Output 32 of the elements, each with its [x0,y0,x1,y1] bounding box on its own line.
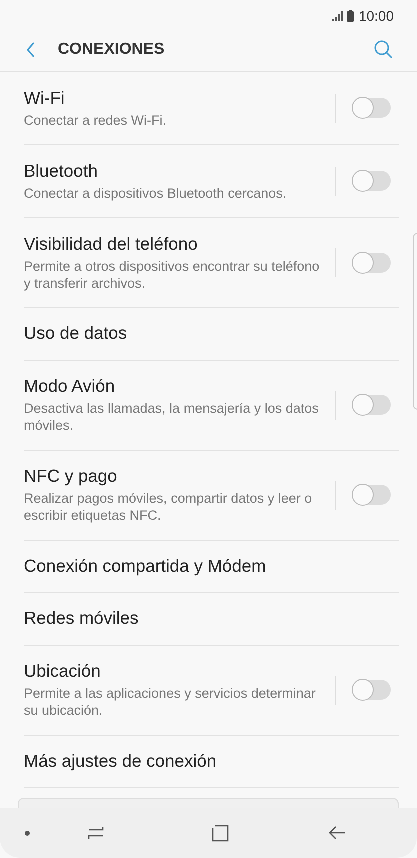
setting-description: Realizar pagos móviles, compartir datos y leer o escribir etiquetas NFC. [24,490,314,524]
search-icon[interactable] [374,40,393,59]
toggle-switch[interactable] [353,171,391,191]
setting-title[interactable]: Uso de datos [24,323,399,344]
toggle-switch[interactable] [353,395,391,415]
setting-description: Permite a las aplicaciones y servicios determinar su ubicación. [24,685,317,719]
back-icon[interactable] [26,42,36,58]
setting-title[interactable]: Redes móviles [24,608,399,630]
setting-title[interactable]: Ubicación [24,661,331,682]
setting-description: Desactiva las llamadas, la mensajería y los datos móviles. [24,400,320,434]
signal-icon [332,11,344,21]
setting-title[interactable]: Bluetooth [24,160,331,182]
home-icon[interactable] [212,824,229,842]
back-icon[interactable] [329,826,346,840]
toggle-switch[interactable] [353,98,391,118]
status-time: 10:00 [358,8,394,24]
battery-icon [346,10,354,22]
toggle-switch[interactable] [353,252,391,272]
recents-icon[interactable] [88,826,104,840]
setting-description: Conectar a redes Wi-Fi. [24,112,168,128]
dot-icon[interactable] [25,830,30,836]
setting-title[interactable]: Más ajustes de conexión [24,750,399,772]
setting-description: Conectar a dispositivos Bluetooth cercanos. [24,184,288,202]
setting-description: Permite a otros dispositivos encontrar su teléfono y transferir archivos. [24,258,321,292]
screen-title: CONEXIONES [58,40,166,58]
setting-title[interactable]: Conexión compartida y Módem [24,556,399,577]
setting-title[interactable]: Visibilidad del teléfono [24,234,331,254]
toggle-switch[interactable] [353,680,391,700]
setting-title[interactable]: NFC y pago [24,466,331,487]
setting-title[interactable]: Wi-Fi [24,88,331,108]
setting-title[interactable]: Modo Avión [24,376,331,397]
toggle-switch[interactable] [353,485,391,505]
